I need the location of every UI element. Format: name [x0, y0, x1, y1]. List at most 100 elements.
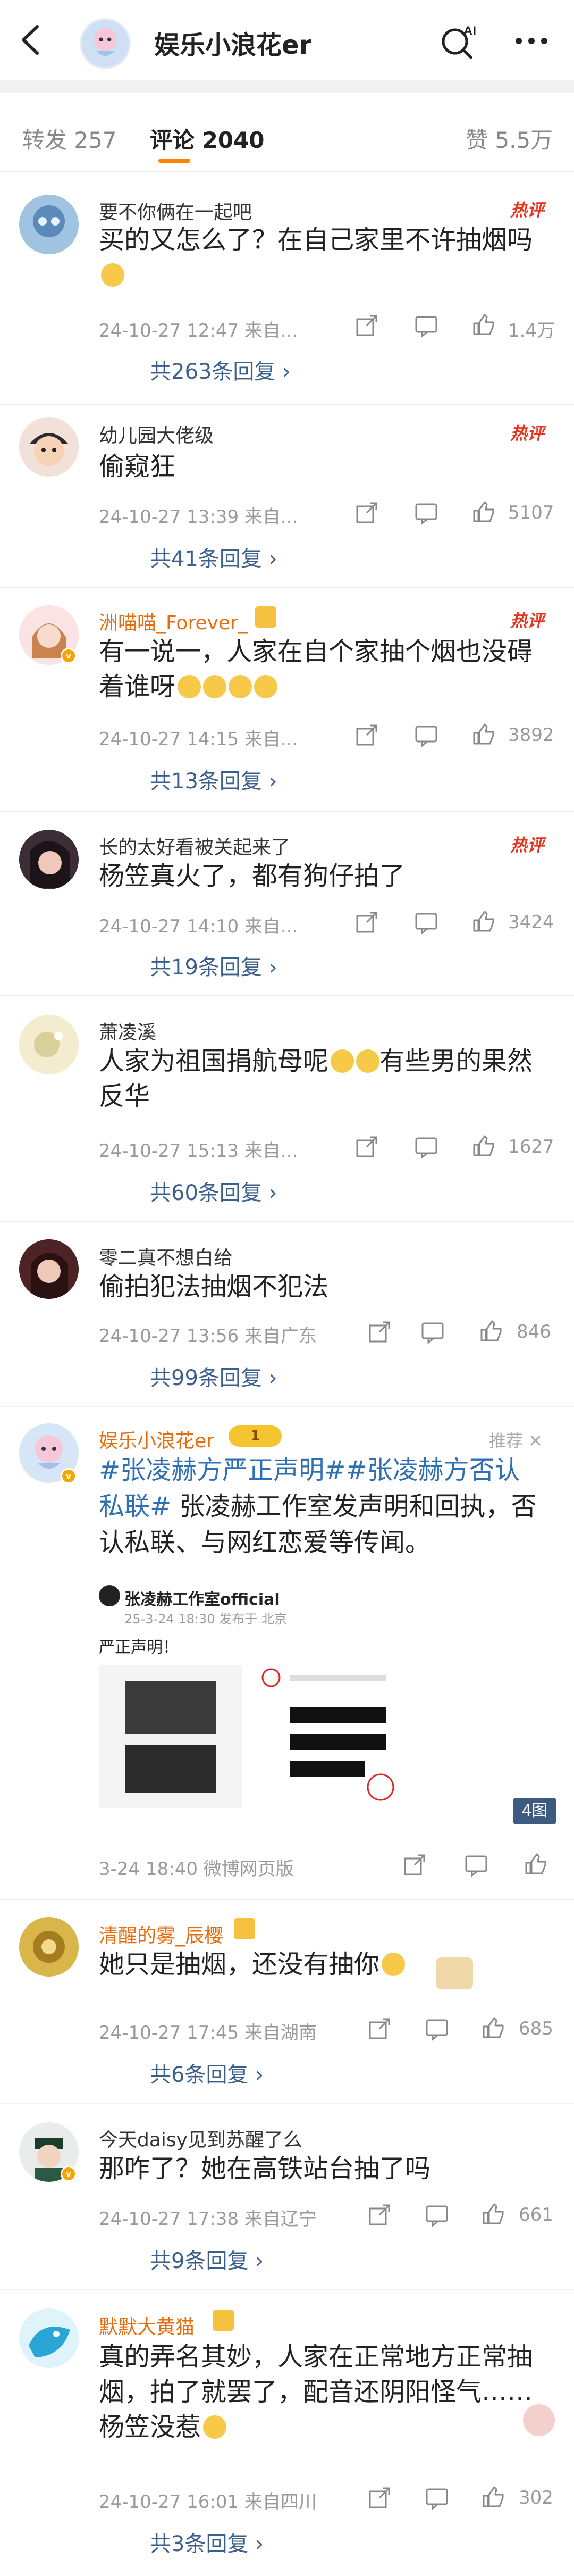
view-replies-link[interactable]: 共60条回复 ›: [150, 1176, 277, 1206]
user-name[interactable]: 今天daisy见到苏醒了么: [99, 2124, 302, 2152]
comment-text: 那咋了？她在高铁站台抽了吗: [99, 2154, 431, 2183]
image-count-badge: 4图: [513, 1798, 556, 1824]
like-icon[interactable]: [523, 1851, 548, 1877]
laugh-cry-emoji-icon: [178, 675, 201, 698]
like-count: 3424: [508, 912, 554, 933]
share-icon[interactable]: [402, 1852, 427, 1878]
comment-meta: 24-10-27 13:39 来自...: [99, 506, 298, 528]
hot-comment-badge: 热评: [510, 423, 545, 444]
view-replies-link[interactable]: 共19条回复 ›: [150, 950, 277, 981]
share-icon[interactable]: [354, 910, 379, 935]
smile-emoji-icon: [101, 263, 124, 287]
user-name[interactable]: 长的太好看被关起来了: [99, 832, 290, 860]
view-replies-link[interactable]: 共6条回复 ›: [150, 2057, 264, 2088]
user-avatar[interactable]: [19, 1015, 79, 1074]
account-title: 娱乐小浪花er: [154, 30, 312, 60]
user-avatar[interactable]: [19, 417, 79, 477]
comment-icon[interactable]: [424, 2485, 450, 2511]
share-icon[interactable]: [354, 313, 379, 338]
like-icon[interactable]: [471, 312, 496, 337]
comment-icon[interactable]: [463, 1852, 489, 1878]
like-count: 846: [517, 1321, 551, 1343]
comment-icon[interactable]: [413, 313, 439, 338]
like-icon[interactable]: [480, 2015, 506, 2040]
post-text: #张凌赫方严正声明##张凌赫方否认私联# 张凌赫工作室发声明和回执，否认私联、与…: [99, 1452, 545, 1561]
laugh-cry-emoji-icon: [203, 675, 227, 698]
user-name[interactable]: 娱乐小浪花er: [99, 1425, 214, 1453]
user-name[interactable]: 默默大黄猫: [99, 2312, 195, 2339]
view-replies-link[interactable]: 共99条回复 ›: [150, 1361, 277, 1391]
embedded-post[interactable]: 张凌赫工作室official 25-3-24 18:30 发布于 北京 严正声明…: [99, 1585, 556, 1824]
user-avatar[interactable]: [19, 2308, 79, 2368]
divider: [0, 1406, 574, 1407]
tab-reposts[interactable]: 转发 257: [22, 122, 117, 155]
user-avatar[interactable]: [19, 195, 79, 254]
user-avatar[interactable]: [19, 830, 79, 889]
user-name[interactable]: 幼儿园大佬级: [99, 420, 214, 448]
embed-meta: 25-3-24 18:30 发布于 北京: [124, 1612, 287, 1627]
comment-icon[interactable]: [413, 910, 439, 935]
share-icon[interactable]: [367, 2202, 392, 2228]
post-image[interactable]: [258, 1665, 402, 1808]
comment-text: 有一说一，人家在自个家抽个烟也没碍着谁呀: [99, 634, 545, 704]
view-replies-link[interactable]: 共263条回复 ›: [150, 354, 291, 385]
laugh-cry-emoji-icon: [356, 1049, 380, 1073]
like-count: 3892: [508, 724, 554, 746]
like-icon[interactable]: [480, 2484, 506, 2510]
post-image[interactable]: [99, 1665, 242, 1808]
user-name[interactable]: 清醒的雾_辰樱: [99, 1920, 223, 1948]
like-icon[interactable]: [478, 1318, 504, 1344]
like-icon[interactable]: [471, 908, 496, 934]
user-name[interactable]: 洲喵喵_Forever_: [99, 607, 248, 635]
view-replies-link[interactable]: 共13条回复 ›: [150, 764, 277, 795]
view-replies-link[interactable]: 共41条回复 ›: [150, 541, 277, 572]
user-name[interactable]: 萧凌溪: [99, 1017, 156, 1045]
view-replies-link[interactable]: 共9条回复 ›: [150, 2244, 264, 2274]
active-tab-indicator: [158, 159, 190, 163]
like-icon[interactable]: [480, 2201, 506, 2227]
comment-icon[interactable]: [424, 2202, 450, 2228]
user-avatar[interactable]: [19, 1239, 79, 1299]
comment-meta: 24-10-27 15:13 来自...: [99, 1140, 298, 1162]
crown-badge-icon: [213, 2310, 234, 2331]
user-name[interactable]: 要不你俩在一起吧: [99, 197, 252, 224]
crown-badge-icon: [255, 606, 276, 628]
user-name[interactable]: 零二真不想白给: [99, 1243, 233, 1270]
like-icon[interactable]: [471, 499, 496, 524]
topic-hashtag[interactable]: #张凌赫方严正声明#: [99, 1455, 345, 1485]
more-options-icon[interactable]: [510, 28, 553, 54]
account-avatar[interactable]: [80, 18, 131, 69]
hot-comment-badge: 热评: [510, 611, 545, 631]
comment-text: 杨笠真火了，都有狗仔拍了: [99, 861, 406, 891]
verified-badge: v: [61, 2166, 77, 2182]
comment-icon[interactable]: [413, 1134, 439, 1160]
share-icon[interactable]: [367, 2485, 392, 2511]
recommend-dismiss[interactable]: 推荐 ✕: [489, 1428, 543, 1452]
embed-avatar: [99, 1585, 120, 1606]
comment-meta: 24-10-27 14:15 来自...: [99, 729, 298, 750]
like-icon[interactable]: [471, 1133, 496, 1158]
user-avatar[interactable]: [19, 1917, 79, 1977]
share-icon[interactable]: [354, 722, 379, 748]
ai-search-icon[interactable]: AI: [437, 19, 482, 64]
embed-user-name: 张凌赫工作室official: [124, 1590, 280, 1609]
divider: [0, 1899, 574, 1900]
share-icon[interactable]: [354, 500, 379, 526]
comment-text-part: 人家为祖国捐航母呢: [99, 1046, 329, 1076]
share-icon[interactable]: [367, 2016, 392, 2041]
comment-text-content: 有一说一，人家在自个家抽个烟也没碍着谁呀: [99, 637, 533, 702]
view-replies-link[interactable]: 共3条回复 ›: [150, 2527, 264, 2557]
share-icon[interactable]: [354, 1134, 379, 1160]
like-icon[interactable]: [471, 721, 496, 747]
tab-comments[interactable]: 评论 2040: [150, 122, 265, 155]
like-count: 5107: [508, 502, 554, 523]
comment-icon[interactable]: [424, 2016, 450, 2041]
back-arrow-icon[interactable]: [16, 22, 48, 57]
tab-likes[interactable]: 赞 5.5万: [466, 122, 553, 155]
share-icon[interactable]: [367, 1319, 392, 1345]
comment-text: 她只是抽烟，还没有抽你: [99, 1947, 545, 1982]
comment-icon[interactable]: [413, 722, 439, 748]
comment-meta: 24-10-27 17:45 来自湖南: [99, 2022, 317, 2044]
comment-icon[interactable]: [420, 1319, 445, 1345]
comment-icon[interactable]: [413, 500, 439, 526]
